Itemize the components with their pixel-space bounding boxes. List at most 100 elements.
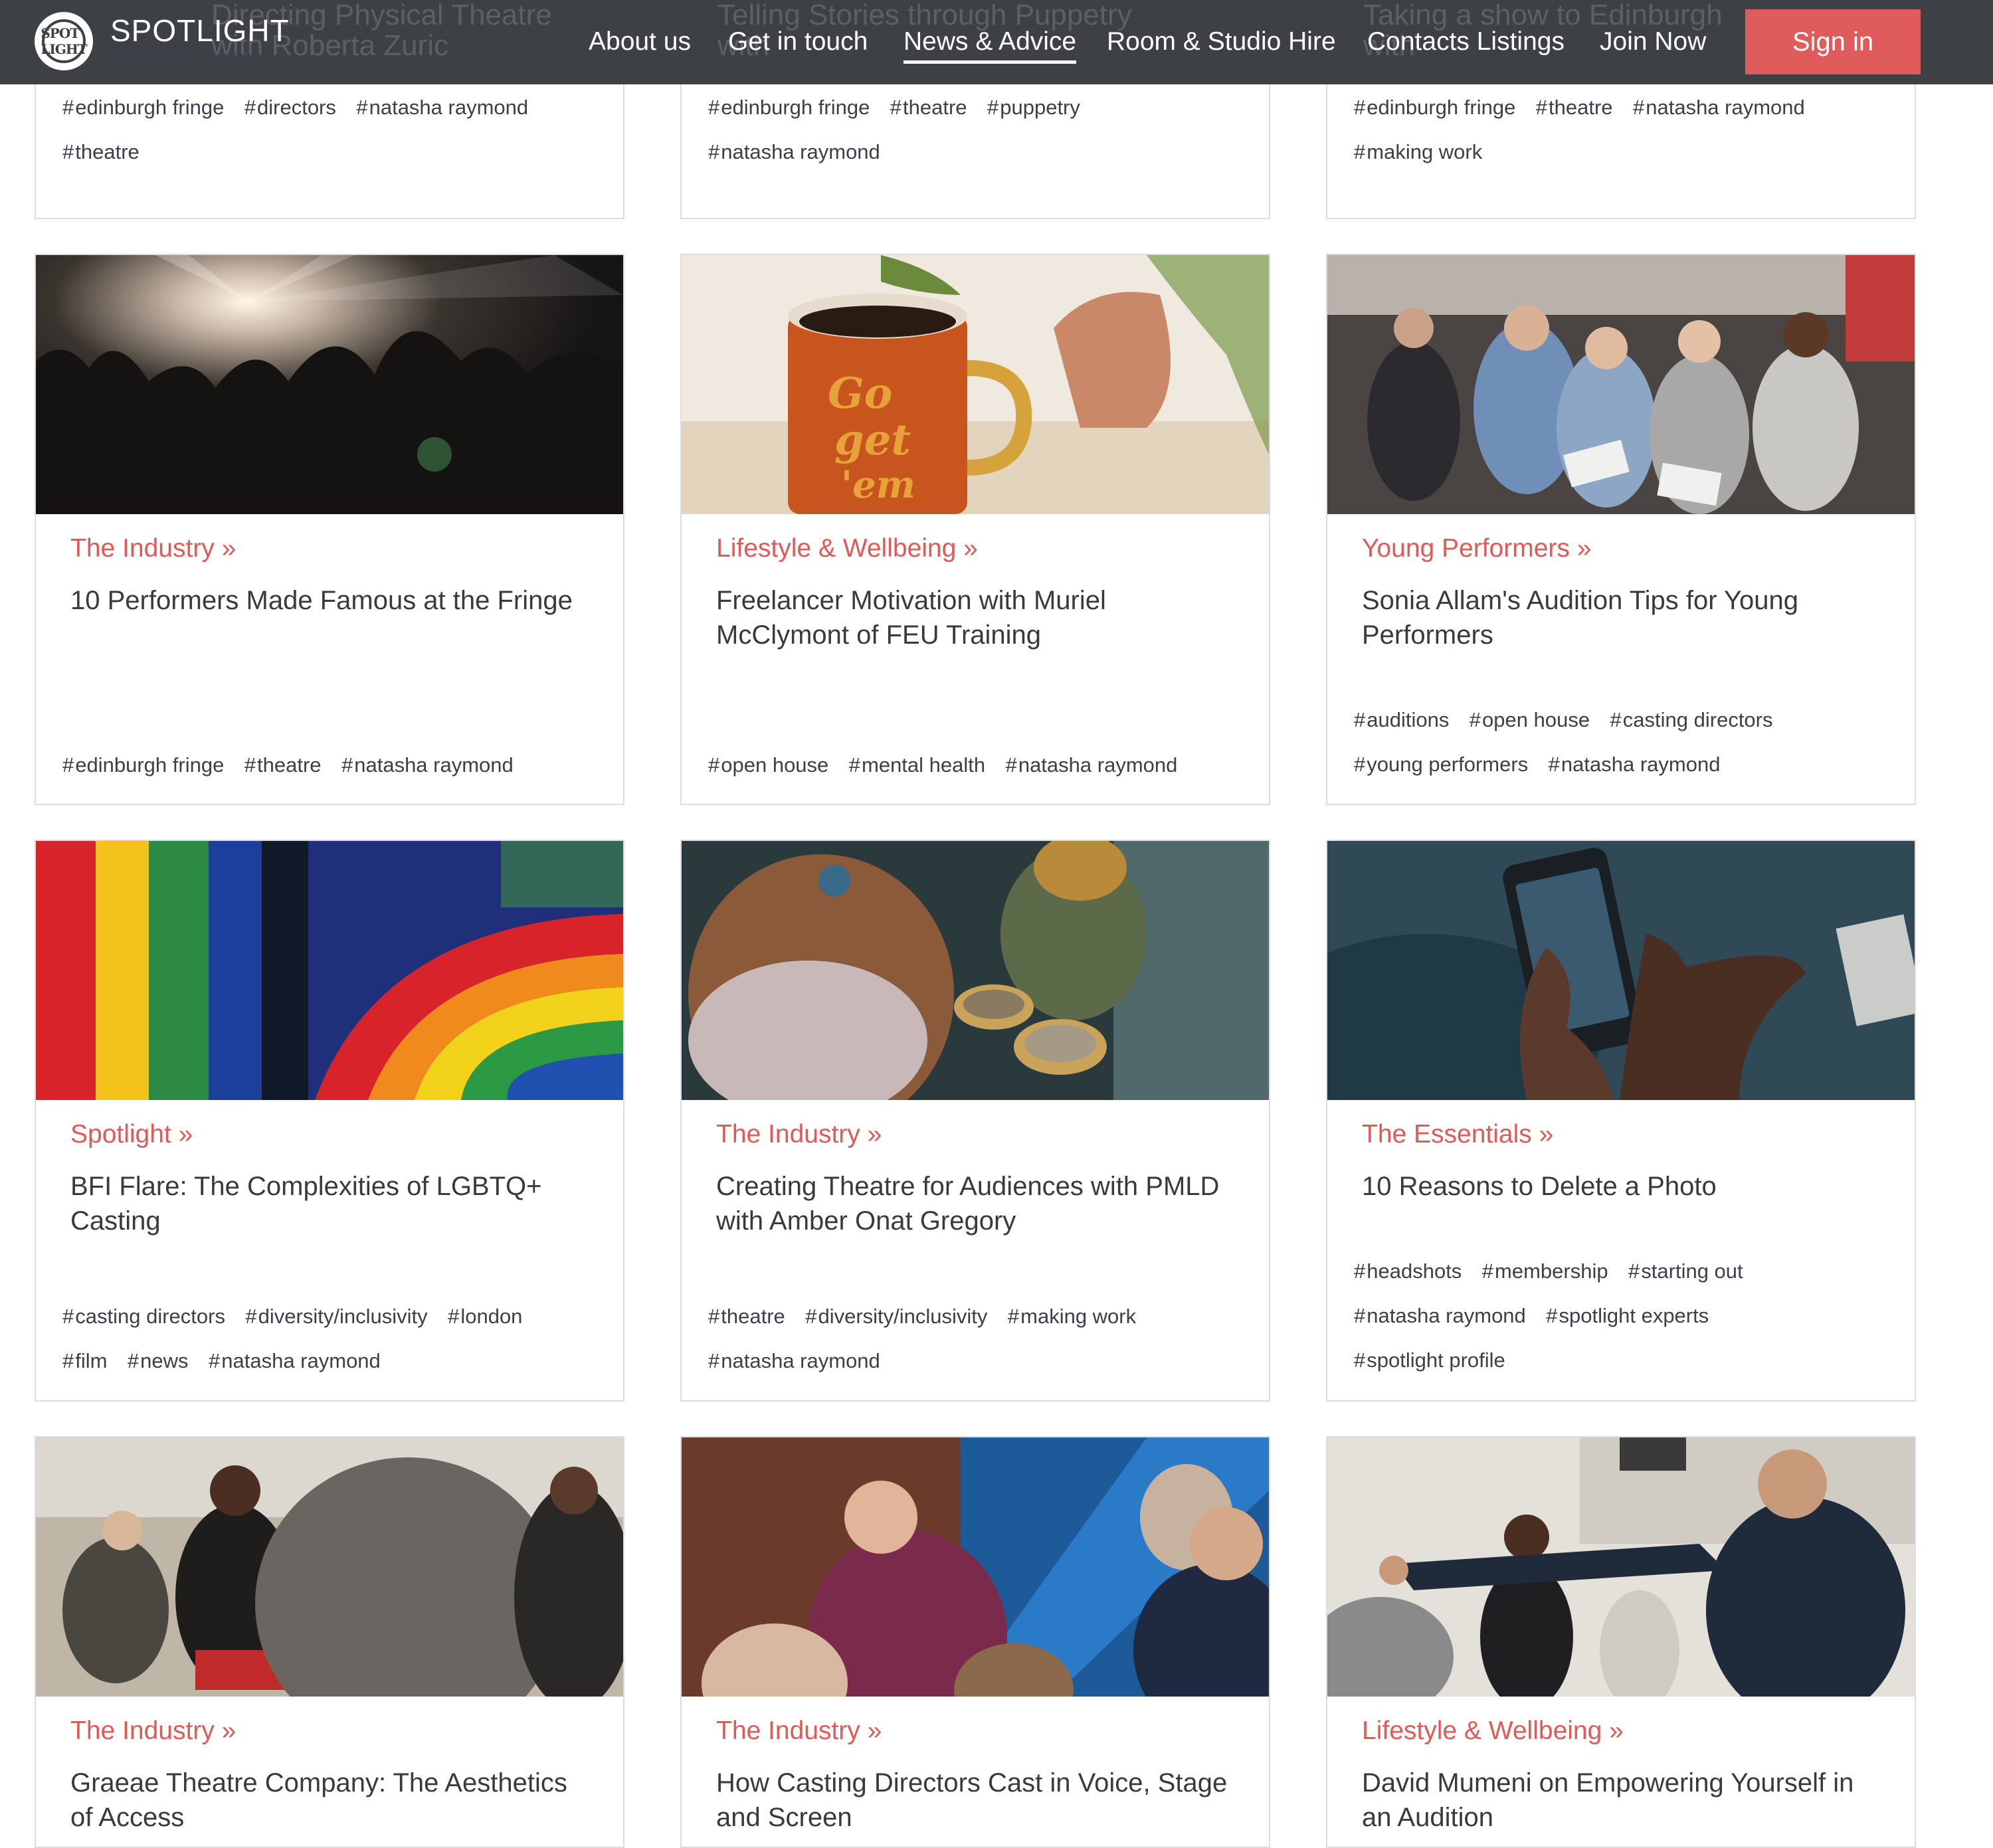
tag[interactable]: #theatre bbox=[708, 1294, 785, 1339]
tag[interactable]: #natasha raymond bbox=[708, 1339, 880, 1383]
article-card[interactable]: The Industry » Graeae Theatre Company: T… bbox=[35, 1436, 624, 1848]
article-card[interactable]: Young Performers » Sonia Allam's Auditio… bbox=[1326, 254, 1916, 805]
tag[interactable]: #natasha raymond bbox=[209, 1339, 381, 1383]
article-category[interactable]: Lifestyle & Wellbeing » bbox=[716, 533, 978, 565]
spotlight-logo-icon[interactable]: SPOT LIGHT bbox=[35, 12, 93, 70]
nav-news-advice[interactable]: News & Advice bbox=[903, 25, 1077, 64]
article-category[interactable]: The Industry » bbox=[716, 1119, 882, 1151]
nav-get-in-touch[interactable]: Get in touch bbox=[728, 25, 868, 58]
tag-list: #edinburgh fringe #directors #natasha ra… bbox=[62, 85, 607, 174]
site-header: Directing Physical Theatre with Roberta … bbox=[0, 0, 1993, 84]
tag[interactable]: #edinburgh fringe bbox=[708, 85, 870, 130]
tag[interactable]: #natasha raymond bbox=[356, 85, 528, 130]
tag-list: #edinburgh fringe #theatre #puppetry #na… bbox=[708, 85, 1253, 174]
tag[interactable]: #mental health bbox=[849, 743, 985, 787]
article-category[interactable]: The Industry » bbox=[716, 1715, 882, 1747]
tag[interactable]: #film bbox=[62, 1339, 107, 1383]
tag[interactable]: #theatre bbox=[244, 743, 322, 787]
article-card[interactable]: The Industry » 10 Performers Made Famous… bbox=[35, 254, 624, 805]
article-card[interactable]: The Industry » How Casting Directors Cas… bbox=[680, 1436, 1270, 1848]
article-title[interactable]: 10 Reasons to Delete a Photo bbox=[1362, 1169, 1887, 1204]
sign-in-button[interactable]: Sign in bbox=[1745, 9, 1921, 74]
logo-wordmark[interactable]: SPOTLIGHT The home of casting bbox=[110, 13, 290, 66]
tag-list: #casting directors #diversity/inclusivit… bbox=[62, 1294, 607, 1383]
article-image-young-performers[interactable] bbox=[1327, 255, 1915, 514]
tag[interactable]: #auditions bbox=[1354, 697, 1449, 742]
tag[interactable]: #natasha raymond bbox=[1549, 742, 1721, 786]
tag[interactable]: #casting directors bbox=[62, 1294, 225, 1339]
article-grid: #edinburgh fringe #directors #natasha ra… bbox=[0, 0, 1993, 1848]
article-image-sensory-theatre[interactable] bbox=[682, 841, 1269, 1100]
article-title[interactable]: 10 Performers Made Famous at the Fringe bbox=[70, 583, 595, 618]
article-image-phone-hands[interactable] bbox=[1327, 841, 1915, 1100]
article-image-concert[interactable] bbox=[36, 255, 623, 514]
tag-list: #headshots #membership #starting out #na… bbox=[1354, 1249, 1899, 1382]
svg-text:get: get bbox=[834, 415, 911, 465]
nav-join-now[interactable]: Join Now bbox=[1600, 25, 1706, 58]
article-image-coffee-mug[interactable]: Go get 'em bbox=[682, 255, 1269, 514]
article-image-audience[interactable] bbox=[36, 1437, 623, 1697]
tag[interactable]: #edinburgh fringe bbox=[1354, 85, 1515, 130]
article-card[interactable]: Go get 'em Lifestyle & Wellbeing » Freel… bbox=[680, 254, 1270, 805]
article-category[interactable]: The Essentials » bbox=[1362, 1119, 1553, 1151]
article-card[interactable]: Spotlight » BFI Flare: The Complexities … bbox=[35, 840, 624, 1402]
tag[interactable]: #diversity/inclusivity bbox=[245, 1294, 427, 1339]
tag[interactable]: #natasha raymond bbox=[1006, 743, 1178, 787]
article-title[interactable]: David Mumeni on Empowering Yourself in a… bbox=[1362, 1766, 1887, 1835]
tag[interactable]: #puppetry bbox=[987, 85, 1080, 130]
tag[interactable]: #theatre bbox=[62, 130, 140, 174]
article-image-panel-talk[interactable] bbox=[682, 1437, 1269, 1697]
article-title[interactable]: Creating Theatre for Audiences with PMLD… bbox=[716, 1169, 1241, 1238]
article-title[interactable]: BFI Flare: The Complexities of LGBTQ+ Ca… bbox=[70, 1169, 595, 1238]
nav-room-studio-hire[interactable]: Room & Studio Hire bbox=[1107, 25, 1336, 58]
article-image-rainbow-painting[interactable] bbox=[36, 841, 623, 1100]
article-title[interactable]: Freelancer Motivation with Muriel McClym… bbox=[716, 583, 1241, 652]
tag[interactable]: #theatre bbox=[890, 85, 967, 130]
article-category[interactable]: Lifestyle & Wellbeing » bbox=[1362, 1715, 1624, 1747]
nav-about-us[interactable]: About us bbox=[589, 25, 691, 58]
tag[interactable]: #directors bbox=[244, 85, 336, 130]
tag[interactable]: #young performers bbox=[1354, 742, 1528, 786]
tag[interactable]: #natasha raymond bbox=[341, 743, 514, 787]
nav-contacts-listings[interactable]: Contacts Listings bbox=[1367, 25, 1565, 58]
tag[interactable]: #membership bbox=[1482, 1249, 1608, 1293]
tag[interactable]: #natasha raymond bbox=[1633, 85, 1805, 130]
logo-tagline: The home of casting bbox=[110, 48, 261, 65]
tag[interactable]: #natasha raymond bbox=[1354, 1293, 1526, 1338]
tag[interactable]: #starting out bbox=[1628, 1249, 1743, 1293]
article-image-workshop[interactable] bbox=[1327, 1437, 1915, 1697]
article-category[interactable]: The Industry » bbox=[70, 1715, 236, 1747]
tag[interactable]: #diversity/inclusivity bbox=[805, 1294, 987, 1339]
svg-text:'em: 'em bbox=[841, 463, 915, 507]
tag[interactable]: #casting directors bbox=[1610, 697, 1773, 742]
article-category[interactable]: The Industry » bbox=[70, 533, 236, 565]
tag[interactable]: #edinburgh fringe bbox=[62, 85, 224, 130]
tag[interactable]: #making work bbox=[1354, 130, 1482, 174]
article-card[interactable]: Lifestyle & Wellbeing » David Mumeni on … bbox=[1326, 1436, 1916, 1848]
article-card[interactable]: The Essentials » 10 Reasons to Delete a … bbox=[1326, 840, 1916, 1402]
tag-list: #edinburgh fringe #theatre #natasha raym… bbox=[62, 743, 607, 787]
tag[interactable]: #news bbox=[128, 1339, 189, 1383]
tag[interactable]: #london bbox=[448, 1294, 522, 1339]
article-title[interactable]: Sonia Allam's Audition Tips for Young Pe… bbox=[1362, 583, 1887, 652]
article-card[interactable]: The Industry » Creating Theatre for Audi… bbox=[680, 840, 1270, 1402]
tag[interactable]: #edinburgh fringe bbox=[62, 743, 224, 787]
tag[interactable]: #open house bbox=[1470, 697, 1590, 742]
tag[interactable]: #theatre bbox=[1536, 85, 1613, 130]
tag[interactable]: #natasha raymond bbox=[708, 130, 880, 174]
tag[interactable]: #headshots bbox=[1354, 1249, 1462, 1293]
logo-name: SPOTLIGHT bbox=[110, 13, 290, 48]
article-title[interactable]: Graeae Theatre Company: The Aesthetics o… bbox=[70, 1766, 595, 1835]
tag-list: #open house #mental health #natasha raym… bbox=[708, 743, 1253, 787]
article-title[interactable]: How Casting Directors Cast in Voice, Sta… bbox=[716, 1766, 1241, 1835]
tag[interactable]: #open house bbox=[708, 743, 828, 787]
article-category[interactable]: Spotlight » bbox=[70, 1119, 193, 1151]
svg-text:Go: Go bbox=[828, 369, 892, 418]
tag-list: #theatre #diversity/inclusivity #making … bbox=[708, 1294, 1253, 1383]
article-category[interactable]: Young Performers » bbox=[1362, 533, 1591, 565]
tag[interactable]: #spotlight experts bbox=[1546, 1293, 1709, 1338]
tag[interactable]: #making work bbox=[1008, 1294, 1136, 1339]
tag[interactable]: #spotlight profile bbox=[1354, 1338, 1505, 1382]
tag-list: #auditions #open house #casting director… bbox=[1354, 697, 1899, 786]
tag-list: #edinburgh fringe #theatre #natasha raym… bbox=[1354, 85, 1899, 174]
